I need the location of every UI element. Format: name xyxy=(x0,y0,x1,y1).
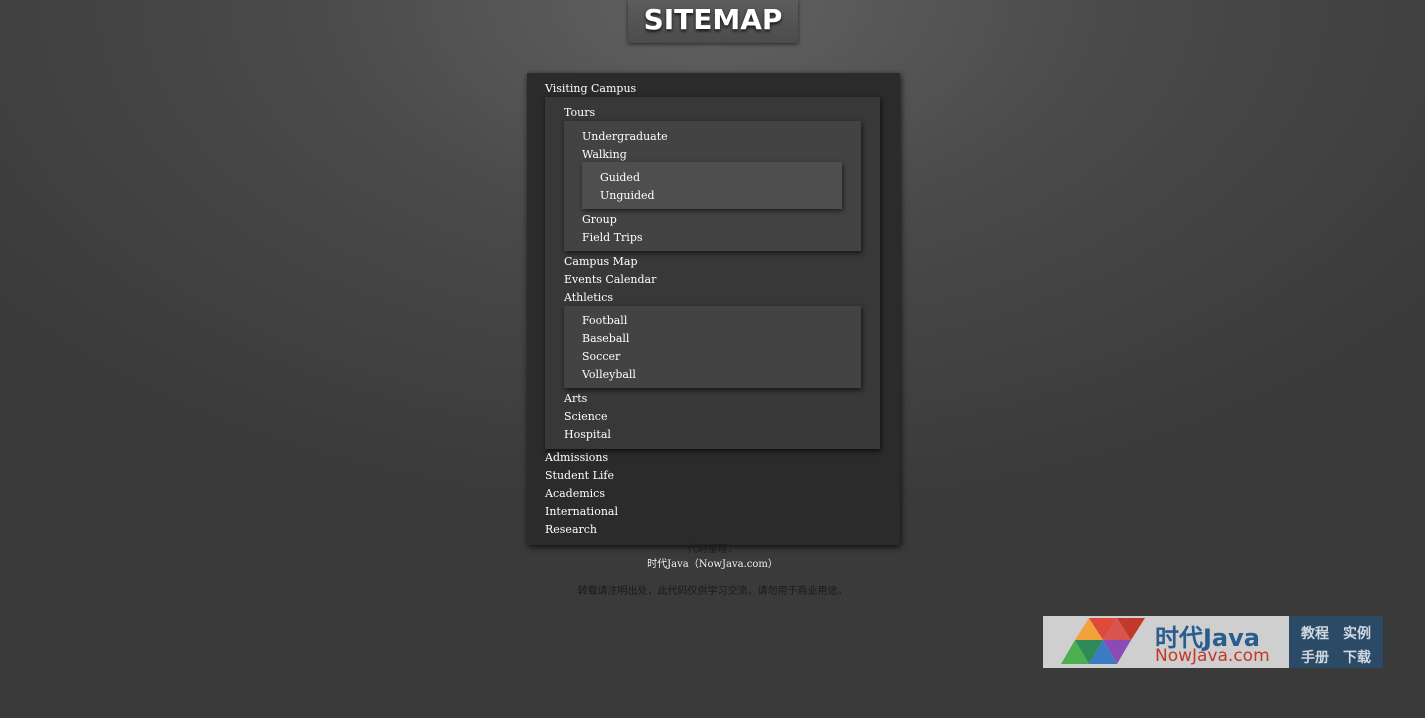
sitemap-item-research[interactable]: Research xyxy=(545,523,597,537)
sitemap-item-soccer[interactable]: Soccer xyxy=(582,350,620,364)
sitemap-item-campus-map[interactable]: Campus Map xyxy=(564,255,638,269)
banner-brand-area: 时代Java NowJava.com xyxy=(1043,616,1289,668)
sitemap-item-field-trips[interactable]: Field Trips xyxy=(582,231,643,245)
sitemap-item-academics[interactable]: Academics xyxy=(545,487,605,501)
footer-notice: 转载请注明出处，此代码仅供学习交流，请勿用于商业用途。 xyxy=(577,586,848,597)
sitemap-item-hospital[interactable]: Hospital xyxy=(564,428,611,442)
footer-credit-link[interactable]: 时代Java（NowJava.com） xyxy=(0,559,1425,571)
triangle-logo-icon xyxy=(1061,618,1145,664)
sitemap-item-undergraduate[interactable]: Undergraduate xyxy=(582,130,668,144)
visiting-campus-submenu: Tours Undergraduate Walking Guided Ungui… xyxy=(545,97,880,449)
brand-url: NowJava.com xyxy=(1155,646,1270,666)
sitemap-item-international[interactable]: International xyxy=(545,505,618,519)
sitemap-item-student-life[interactable]: Student Life xyxy=(545,469,614,483)
sitemap-item-guided[interactable]: Guided xyxy=(600,171,640,185)
athletics-submenu: Football Baseball Soccer Volleyball xyxy=(564,306,861,388)
tag-tutorial[interactable]: 教程 xyxy=(1301,623,1329,643)
page-title: SITEMAP xyxy=(628,0,798,43)
sitemap-item-baseball[interactable]: Baseball xyxy=(582,332,629,346)
sitemap-item-unguided[interactable]: Unguided xyxy=(600,189,655,203)
walking-submenu: Guided Unguided xyxy=(582,162,842,209)
tag-download[interactable]: 下载 xyxy=(1343,647,1371,667)
sitemap-item-tours[interactable]: Tours xyxy=(564,106,595,120)
banner-tags-area: 教程 实例 手册 下载 xyxy=(1289,616,1383,668)
tours-submenu: Undergraduate Walking Guided Unguided Gr… xyxy=(564,121,861,251)
sitemap-item-science[interactable]: Science xyxy=(564,410,607,424)
sitemap-item-group[interactable]: Group xyxy=(582,213,617,227)
footer-credit-label: 代码整理： xyxy=(687,544,738,555)
sitemap-item-visiting-campus[interactable]: Visiting Campus xyxy=(545,82,636,96)
sitemap-item-athletics[interactable]: Athletics xyxy=(564,291,613,305)
sitemap-item-arts[interactable]: Arts xyxy=(564,392,587,406)
tag-manual[interactable]: 手册 xyxy=(1301,647,1329,667)
nowjava-banner[interactable]: 时代Java NowJava.com 教程 实例 手册 下载 xyxy=(1043,616,1383,668)
sitemap-item-admissions[interactable]: Admissions xyxy=(545,451,608,465)
sitemap-item-events-calendar[interactable]: Events Calendar xyxy=(564,273,656,287)
sitemap-item-walking[interactable]: Walking xyxy=(582,148,627,162)
sitemap-item-volleyball[interactable]: Volleyball xyxy=(582,368,636,382)
tag-examples[interactable]: 实例 xyxy=(1343,623,1371,643)
sitemap-item-football[interactable]: Football xyxy=(582,314,627,328)
sitemap-panel: Visiting Campus Tours Undergraduate Walk… xyxy=(527,73,900,545)
